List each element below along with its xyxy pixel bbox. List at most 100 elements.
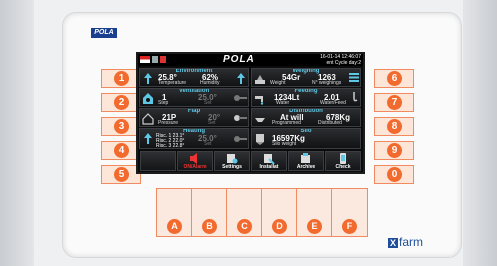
key-0-label: 0 (387, 167, 402, 182)
key-9-label: 9 (387, 143, 402, 158)
xfarm-logo: Xfarm (388, 235, 423, 249)
heating-sensor-icon (234, 136, 247, 142)
key-6[interactable]: 6 (374, 69, 414, 88)
heat-r3: Risc. 3 22.8° (156, 143, 185, 149)
controller-screen: POLA 16-01-14 12:46:07 ent Cycle day:2 E… (136, 52, 365, 174)
key-3[interactable]: 3 (101, 117, 141, 136)
key-1-label: 1 (114, 71, 129, 86)
cycle-day: Cycle day:2 (334, 60, 361, 66)
installation-label: Installat (259, 164, 279, 170)
key-5[interactable]: 5 (101, 165, 141, 184)
key-6-label: 6 (387, 71, 402, 86)
tile-flap[interactable]: Flap 21P Pressure 20° Set (139, 108, 249, 127)
list-icon (349, 73, 359, 82)
function-key-f[interactable]: F (331, 188, 368, 237)
weigh-count-label: N° weighings (312, 80, 342, 86)
flap-sensor-icon (234, 115, 247, 121)
function-key-a-label: A (167, 219, 182, 234)
settings-icon (227, 154, 238, 164)
screen-button-blank[interactable] (140, 151, 176, 171)
screen-logo: POLA (223, 54, 255, 65)
env-temp-label: Temperature (158, 80, 187, 86)
check-label: Check (335, 164, 351, 170)
tile-distribution[interactable]: Distribution At will Programmed 678Kg Di… (251, 108, 361, 127)
tile-weighing[interactable]: Weighing 54Gr Weight 1263 N° weighings (251, 68, 361, 87)
tile-heating[interactable]: Heating Risc. 1 23.1° Risc. 2 22.0° Risc… (139, 128, 249, 149)
alarm-speaker-button-icon (190, 153, 197, 164)
tile-environment[interactable]: Environment 25.8° Temperature 62% Humidi… (139, 68, 249, 87)
check-icon (340, 153, 346, 164)
function-key-e[interactable]: E (296, 188, 333, 237)
tile-feeding[interactable]: Feeding 1234Lt Water 2.01 Water/Feed (251, 88, 361, 107)
key-0[interactable]: 0 (374, 165, 414, 184)
weigh-weight-label: Weight (270, 80, 286, 86)
on-alarm-label: ON/Alarm (183, 164, 207, 170)
function-key-c[interactable]: C (226, 188, 263, 237)
flap-set-label: Set (208, 120, 216, 126)
heater-up-icon (144, 133, 152, 144)
cycle-prefix: ent (326, 60, 334, 66)
key-4[interactable]: 4 (101, 141, 141, 160)
thermostat-icon (234, 95, 247, 101)
scale-icon (255, 75, 265, 84)
environment-title: Environment (175, 68, 213, 74)
device-frame: POLA 1 2 3 4 5 6 7 8 9 0 A B C D E F POL… (0, 0, 497, 266)
function-key-f-label: F (342, 219, 357, 234)
check-button[interactable]: Check (325, 151, 361, 171)
installation-button[interactable]: Installat (251, 151, 287, 171)
water-tap-icon (255, 96, 264, 105)
date-time: 16-01-14 12:46:07 ent Cycle day:2 (320, 54, 361, 66)
feed-water-label: Water (276, 100, 290, 106)
dist-distributed-label: Distributed (318, 120, 342, 126)
alarm-speaker-icon (160, 56, 166, 63)
key-8[interactable]: 8 (374, 117, 414, 136)
archive-icon (301, 153, 310, 163)
key-5-label: 5 (114, 167, 129, 182)
silo-title: Silo (300, 128, 312, 134)
function-key-c-label: C (237, 219, 252, 234)
feed-ratio-label: Water/Feed (320, 100, 346, 106)
drinker-icon (353, 92, 358, 102)
screen-top-bar: POLA 16-01-14 12:46:07 ent Cycle day:2 (138, 54, 363, 66)
flap-title: Flap (187, 108, 201, 114)
key-4-label: 4 (114, 143, 129, 158)
function-key-e-label: E (307, 219, 322, 234)
on-alarm-button[interactable]: ON/Alarm (177, 151, 213, 171)
archive-button[interactable]: Archive (288, 151, 324, 171)
weighing-title: Weighing (292, 68, 320, 74)
flap-pressure-label: Pressure (158, 120, 179, 126)
xfarm-text: farm (399, 235, 423, 249)
flag-icon (140, 56, 150, 63)
brand-logo: POLA (91, 28, 117, 38)
heat-set-label: Set (204, 141, 212, 147)
key-2-label: 2 (114, 95, 129, 110)
screen-bottom-bar: ON/Alarm Settings Installat Archive Chec… (138, 150, 363, 172)
silo-weight-label: Silo weight (272, 141, 297, 147)
key-9[interactable]: 9 (374, 141, 414, 160)
barn-fan-icon (143, 93, 153, 104)
cycle-display: ent Cycle day:2 (320, 60, 361, 66)
function-key-d[interactable]: D (261, 188, 298, 237)
ventilation-title: Ventilation (178, 88, 210, 94)
device-edge-right (463, 0, 497, 266)
tile-ventilation[interactable]: Ventilation 1 Step 25.0° Set (139, 88, 249, 107)
tile-silo[interactable]: Silo 16597Kg Silo weight (251, 128, 361, 149)
archive-label: Archive (296, 164, 316, 170)
vent-set-label: Set (204, 100, 212, 106)
function-key-b[interactable]: B (191, 188, 228, 237)
function-key-a[interactable]: A (156, 188, 193, 237)
thermometer-up-icon (144, 73, 152, 84)
function-key-b-label: B (202, 219, 217, 234)
feeder-icon (255, 118, 265, 122)
settings-button[interactable]: Settings (214, 151, 250, 171)
key-3-label: 3 (114, 119, 129, 134)
key-1[interactable]: 1 (101, 69, 141, 88)
dist-programmed-label: Programmed (272, 120, 301, 126)
installation-icon (264, 154, 275, 164)
settings-label: Settings (222, 164, 242, 170)
network-icon (152, 56, 158, 63)
key-7[interactable]: 7 (374, 93, 414, 112)
feeding-title: Feeding (294, 88, 318, 94)
flap-house-icon (142, 113, 154, 125)
key-2[interactable]: 2 (101, 93, 141, 112)
